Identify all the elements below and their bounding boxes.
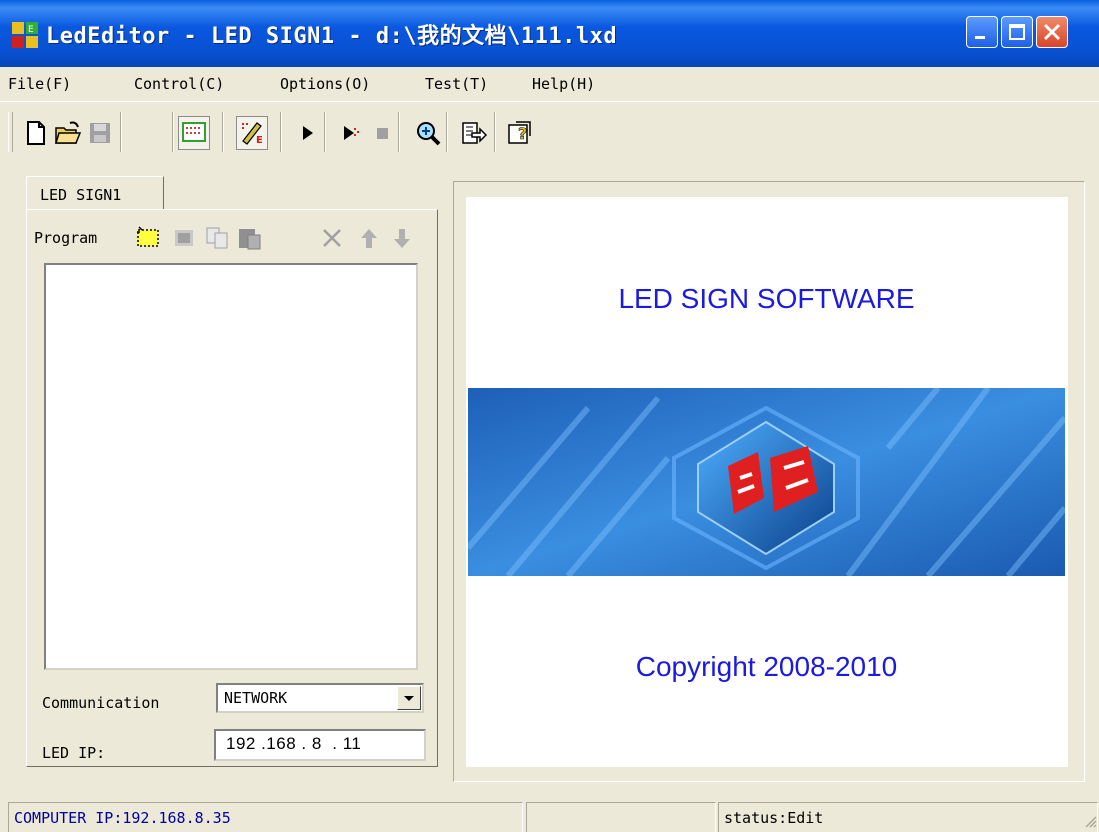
chevron-down-icon [404,696,414,701]
close-icon [1043,23,1061,41]
status-bar: COMPUTER IP:192.168.8.35 status:Edit [0,796,1099,832]
play-step-icon[interactable] [336,119,364,147]
maximize-button[interactable] [1001,16,1033,48]
export-icon[interactable] [460,119,488,147]
toolbar-separator [280,112,282,152]
window-title: LedEditor - LED SIGN1 - d:\我的文档\111.lxd [46,24,618,49]
menu-help[interactable]: Help(H) [532,75,595,93]
title-bar[interactable]: E LedEditor - LED SIGN1 - d:\我的文档\111.lx… [0,0,1099,67]
toolbar-separator [398,112,400,152]
move-down-icon[interactable] [388,224,416,252]
screen-setup-button[interactable] [178,116,210,150]
toolbar-separator [324,112,326,152]
toolbar-separator [222,112,224,152]
led-ip-label: LED IP: [42,744,106,762]
status-computer-ip: COMPUTER IP:192.168.8.35 [8,802,523,832]
close-button[interactable] [1036,16,1068,48]
edit-mode-button[interactable]: E [236,116,268,150]
app-icon: E [12,22,38,48]
screen-setup-icon [182,122,206,142]
delete-icon[interactable] [318,224,346,252]
maximize-icon [1009,24,1025,40]
move-up-icon[interactable] [355,224,383,252]
status-middle [526,802,716,832]
communication-label: Communication [42,694,160,712]
minimize-button[interactable] [966,16,998,48]
app-window: E LedEditor - LED SIGN1 - d:\我的文档\111.lx… [0,0,1099,832]
zoom-icon[interactable] [414,119,442,147]
menu-test[interactable]: Test(T) [425,75,488,93]
copy-icon[interactable] [204,224,232,252]
toolbar-separator [120,112,122,152]
resize-grip-icon[interactable] [1083,814,1097,828]
open-folder-icon[interactable] [54,119,82,147]
communication-select[interactable]: NETWORK [216,683,424,713]
toolbar-separator [494,112,496,152]
logo-banner [468,388,1065,576]
save-icon[interactable] [86,119,114,147]
led-ip-field[interactable]: 192 .168 . 8 . 11 [214,729,426,761]
copyright-text: Copyright 2008-2010 [635,651,898,682]
svg-text:?: ? [518,124,527,143]
new-area-icon[interactable] [170,224,198,252]
toolbar: E ? [0,101,1099,164]
status-mode: status:Edit [718,802,1098,832]
toolbar-grip[interactable] [8,112,13,152]
dropdown-button[interactable] [397,686,421,710]
help-icon[interactable]: ? [506,119,534,147]
tab-led-sign1[interactable]: LED SIGN1 [26,176,164,210]
menu-options[interactable]: Options(O) [280,75,370,93]
new-file-icon[interactable] [22,119,50,147]
menu-file[interactable]: File(F) [8,75,71,93]
edit-mode-icon: E [240,121,264,146]
stop-icon[interactable] [368,119,396,147]
toolbar-separator [172,112,174,152]
svg-text:E: E [256,135,263,146]
preview-title: LED SIGN SOFTWARE [618,283,915,314]
play-icon[interactable] [293,119,321,147]
paste-icon[interactable] [236,224,264,252]
minimize-icon [975,36,985,39]
program-label: Program [34,229,98,247]
svg-text:E: E [28,25,34,35]
communication-value: NETWORK [224,689,288,707]
toolbar-separator [446,112,448,152]
menu-control[interactable]: Control(C) [134,75,224,93]
program-list[interactable] [44,263,418,670]
new-program-icon[interactable] [134,224,162,252]
menu-bar: File(F) Control(C) Options(O) Test(T) He… [0,67,1099,99]
